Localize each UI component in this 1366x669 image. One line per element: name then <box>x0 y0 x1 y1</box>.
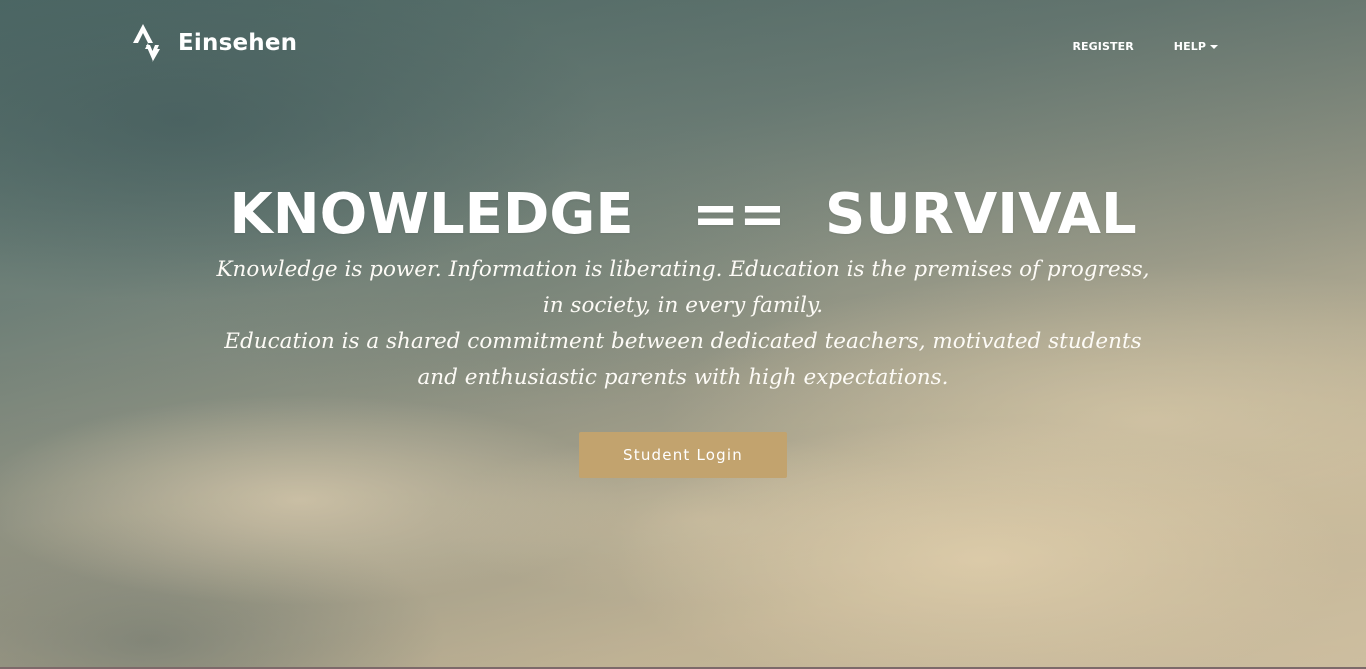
navbar: Einsehen REGISTER HELP <box>0 0 1366 95</box>
tagline-line: in society, in every family. <box>542 293 824 318</box>
tagline-line: and enthusiastic parents with high expec… <box>417 365 949 390</box>
hero-tagline: Knowledge is power. Information is liber… <box>183 252 1183 396</box>
hero-headline: KNOWLEDGE == SURVIVAL <box>229 182 1137 247</box>
tagline-line: Knowledge is power. Information is liber… <box>216 257 1150 282</box>
brand-name: Einsehen <box>178 29 298 56</box>
caret-down-icon <box>1210 45 1218 49</box>
nav-help-dropdown[interactable]: HELP <box>1174 40 1218 53</box>
nav-register-link[interactable]: REGISTER <box>1072 40 1133 53</box>
tagline-line: Education is a shared commitment between… <box>224 329 1142 354</box>
student-login-button[interactable]: Student Login <box>579 432 787 478</box>
strava-chevron-logo-icon <box>133 24 160 62</box>
brand-link[interactable]: Einsehen <box>133 24 297 62</box>
nav-help-label: HELP <box>1173 40 1206 53</box>
nav-links: REGISTER HELP <box>1072 40 1218 53</box>
